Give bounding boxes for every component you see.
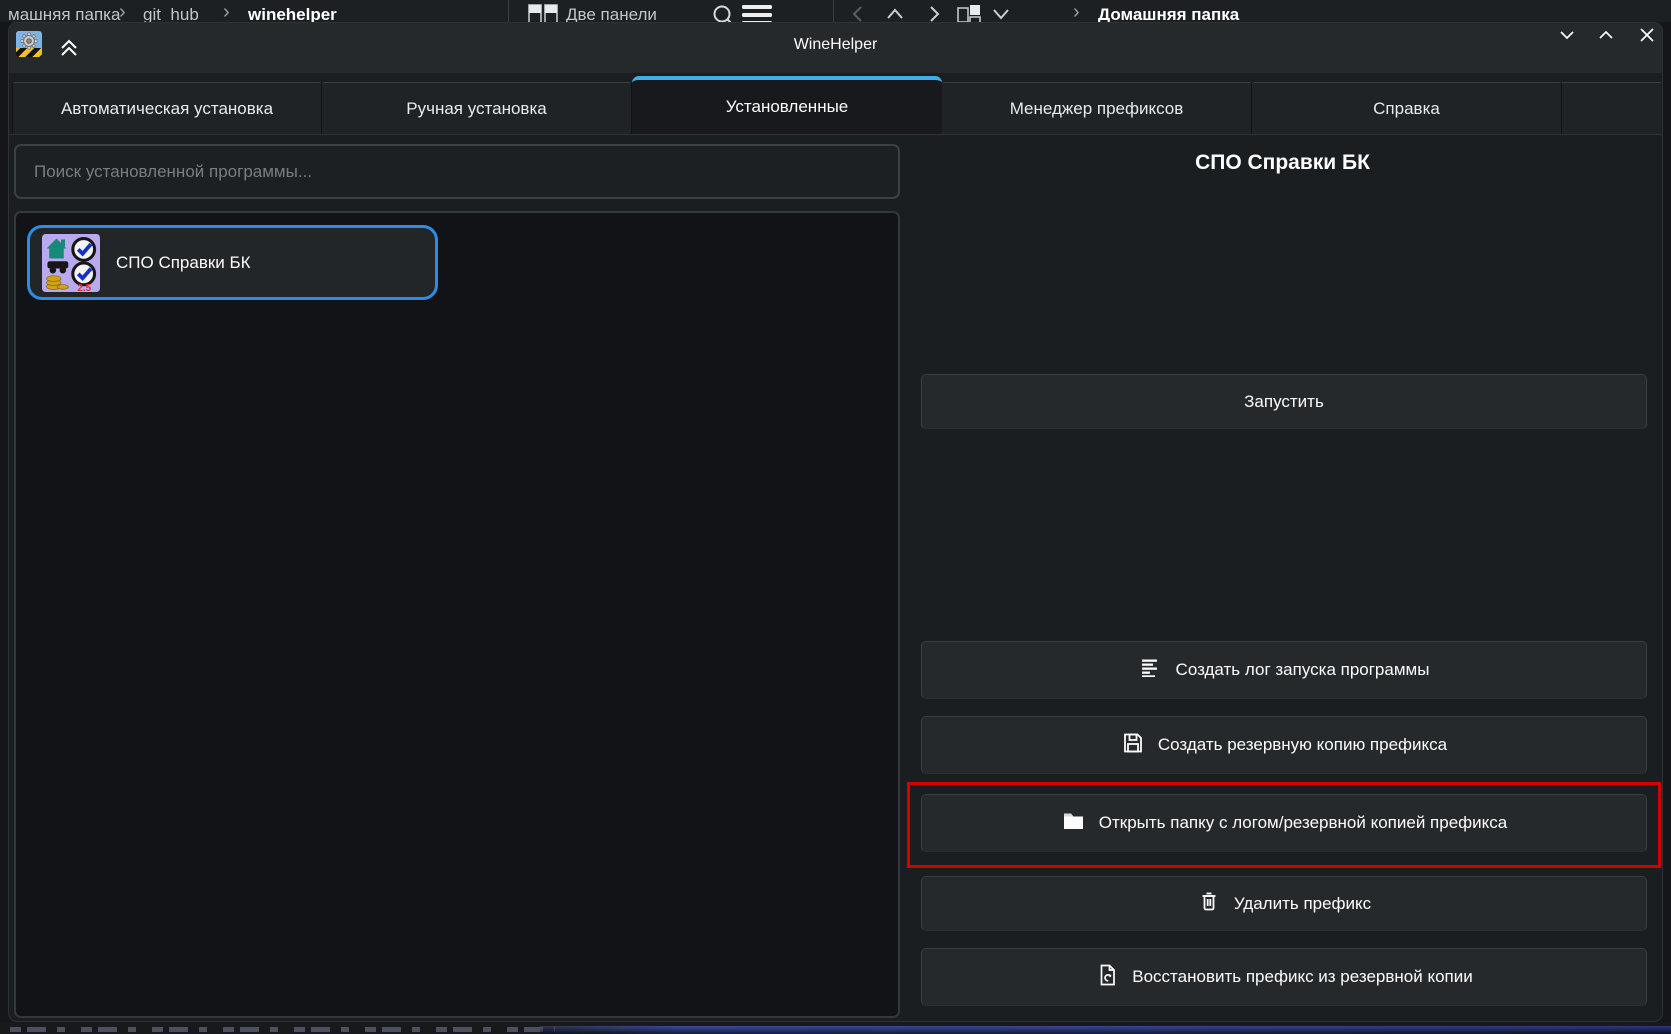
hamburger-menu-icon[interactable] bbox=[742, 5, 772, 22]
run-button[interactable]: Запустить bbox=[921, 374, 1647, 429]
tab-installed[interactable]: Установленные bbox=[632, 76, 942, 134]
trash-icon bbox=[1197, 889, 1221, 918]
background-blue-bar bbox=[540, 1026, 1671, 1034]
maximize-button[interactable] bbox=[1594, 23, 1618, 47]
installed-apps-list[interactable]: 2.5 СПО Справки БК bbox=[14, 211, 900, 1018]
run-button-label: Запустить bbox=[1244, 392, 1324, 412]
open-log-backup-folder-button[interactable]: Открыть папку с логом/резервной копией п… bbox=[921, 794, 1647, 852]
open-log-backup-folder-label: Открыть папку с логом/резервной копией п… bbox=[1099, 813, 1507, 833]
clipped-background-text bbox=[10, 1027, 555, 1032]
toolbar-divider bbox=[508, 0, 509, 22]
tab-prefix-manager[interactable]: Менеджер префиксов bbox=[942, 82, 1252, 134]
open-folder-icon bbox=[1061, 809, 1086, 838]
breadcrumb-item-current[interactable]: winehelper bbox=[248, 5, 337, 22]
search-input[interactable] bbox=[14, 144, 900, 199]
create-log-button[interactable]: Создать лог запуска программы bbox=[921, 641, 1647, 699]
restore-prefix-label: Восстановить префикс из резервной копии bbox=[1132, 967, 1472, 987]
restore-prefix-button[interactable]: Восстановить префикс из резервной копии bbox=[921, 948, 1647, 1006]
breadcrumb-separator-icon: › bbox=[119, 1, 126, 22]
tab-help[interactable]: Справка bbox=[1252, 82, 1562, 134]
search-icon[interactable] bbox=[712, 4, 734, 22]
breadcrumb-item[interactable]: git_hub bbox=[143, 5, 199, 22]
dual-pane-label[interactable]: Две панели bbox=[566, 5, 657, 22]
tab-manual-install[interactable]: Ручная установка bbox=[322, 82, 632, 134]
window-title: WineHelper bbox=[9, 36, 1662, 54]
list-item-label: СПО Справки БК bbox=[116, 253, 251, 273]
toolbar-divider bbox=[833, 0, 834, 22]
svg-text:2.5: 2.5 bbox=[77, 283, 91, 292]
tab-pane-border bbox=[9, 134, 1662, 135]
chevron-down-icon[interactable] bbox=[990, 6, 1012, 22]
delete-prefix-label: Удалить префикс bbox=[1234, 894, 1371, 914]
backup-prefix-button[interactable]: Создать резервную копию префикса bbox=[921, 716, 1647, 774]
spo-spravki-bk-app-icon: 2.5 bbox=[42, 234, 100, 292]
floppy-save-icon bbox=[1121, 731, 1145, 760]
minimize-button[interactable] bbox=[1555, 23, 1579, 47]
delete-prefix-button[interactable]: Удалить префикс bbox=[921, 876, 1647, 931]
nav-up-icon[interactable] bbox=[884, 4, 906, 22]
dual-pane-icon[interactable] bbox=[528, 4, 558, 22]
breadcrumb-separator-icon: › bbox=[223, 1, 230, 22]
breadcrumb-separator-icon: › bbox=[1073, 1, 1080, 22]
screen: машняя папка › git_hub › winehelper Две … bbox=[0, 0, 1671, 1034]
tab-auto-install[interactable]: Автоматическая установка bbox=[12, 82, 322, 134]
restore-file-icon bbox=[1095, 963, 1119, 992]
titlebar[interactable]: WineHelper bbox=[9, 23, 1662, 73]
backup-prefix-label: Создать резервную копию префикса bbox=[1158, 735, 1447, 755]
winehelper-window: WineHelper Автоматическая установка Ручн… bbox=[8, 22, 1663, 1022]
log-lines-icon bbox=[1139, 656, 1163, 685]
breadcrumb-item[interactable]: машняя папка bbox=[8, 5, 120, 22]
selected-app-title: СПО Справки БК bbox=[906, 151, 1659, 175]
list-item-selected[interactable]: 2.5 СПО Справки БК bbox=[27, 225, 438, 300]
create-log-label: Создать лог запуска программы bbox=[1176, 660, 1430, 680]
background-filemanager-toolbar: машняя папка › git_hub › winehelper Две … bbox=[0, 0, 1671, 22]
breadcrumb-home[interactable]: Домашняя папка bbox=[1098, 5, 1239, 22]
background-bottom-strip bbox=[0, 1022, 1671, 1034]
tab-bar-filler bbox=[1562, 82, 1661, 134]
split-view-icon[interactable] bbox=[957, 4, 981, 22]
tab-bar: Автоматическая установка Ручная установк… bbox=[12, 78, 1661, 134]
nav-forward-icon[interactable] bbox=[924, 4, 944, 22]
close-button[interactable] bbox=[1635, 23, 1659, 47]
nav-back-icon[interactable] bbox=[848, 4, 868, 22]
